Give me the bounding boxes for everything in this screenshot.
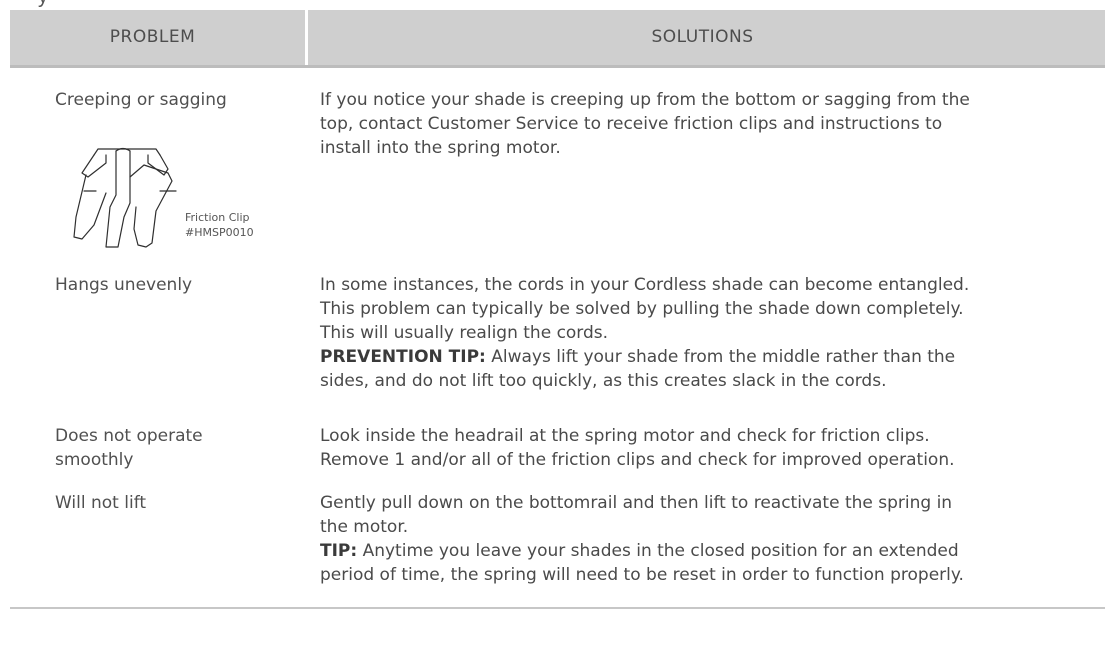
- solution-line: top, contact Customer Service to receive…: [320, 114, 943, 134]
- solution-line: This problem can typically be solved by …: [320, 299, 964, 319]
- tip-text: Anytime you leave your shades in the clo…: [357, 541, 959, 561]
- tip-line: period of time, the spring will need to …: [320, 565, 964, 585]
- tip-text: Always lift your shade from the middle r…: [485, 347, 956, 367]
- caption-line: Friction Clip: [185, 211, 250, 224]
- solution-line: install into the spring motor.: [320, 138, 561, 158]
- solution-line: Gently pull down on the bottomrail and t…: [320, 493, 953, 513]
- solution-will-not-lift: Gently pull down on the bottomrail and t…: [320, 491, 1100, 587]
- tip-line: TIP: Anytime you leave your shades in th…: [320, 539, 1100, 563]
- troubleshooting-table: PROBLEM SOLUTIONS Creeping or sagging If…: [10, 10, 1105, 653]
- solution-creeping-sagging: If you notice your shade is creeping up …: [320, 88, 1100, 160]
- solution-line: In some instances, the cords in your Cor…: [320, 275, 970, 295]
- solution-hangs-unevenly: In some instances, the cords in your Cor…: [320, 273, 1100, 393]
- header-problem: PROBLEM: [109, 27, 196, 47]
- table-bottom-rule: [10, 607, 1105, 609]
- cropped-heading-text: y: [38, 0, 48, 8]
- problem-does-not-operate: Does not operate smoothly: [55, 424, 203, 472]
- problem-line: smoothly: [55, 450, 134, 470]
- solution-line: If you notice your shade is creeping up …: [320, 90, 970, 110]
- tip-line: sides, and do not lift too quickly, as t…: [320, 371, 887, 391]
- header-solutions: SOLUTIONS: [651, 27, 754, 47]
- tip-label: PREVENTION TIP:: [320, 347, 486, 367]
- solution-line: Look inside the headrail at the spring m…: [320, 426, 930, 446]
- problem-hangs-unevenly: Hangs unevenly: [55, 275, 193, 295]
- solution-line: Remove 1 and/or all of the friction clip…: [320, 450, 955, 470]
- solution-does-not-operate: Look inside the headrail at the spring m…: [320, 424, 1100, 472]
- header-divider: [305, 10, 308, 65]
- problem-line: Does not operate: [55, 426, 203, 446]
- table-header: PROBLEM SOLUTIONS: [10, 10, 1105, 68]
- solution-line: the motor.: [320, 517, 409, 537]
- caption-line: #HMSP0010: [185, 226, 254, 239]
- tip-line: PREVENTION TIP: Always lift your shade f…: [320, 345, 1100, 369]
- friction-clip-caption: Friction Clip #HMSP0010: [185, 210, 254, 240]
- friction-clip-icon: [73, 147, 177, 248]
- problem-creeping-sagging: Creeping or sagging: [55, 90, 227, 110]
- solution-line: This will usually realign the cords.: [320, 323, 609, 343]
- tip-label: TIP:: [320, 541, 358, 561]
- problem-will-not-lift: Will not lift: [55, 493, 147, 513]
- cropped-heading-fragment: y: [0, 0, 1112, 8]
